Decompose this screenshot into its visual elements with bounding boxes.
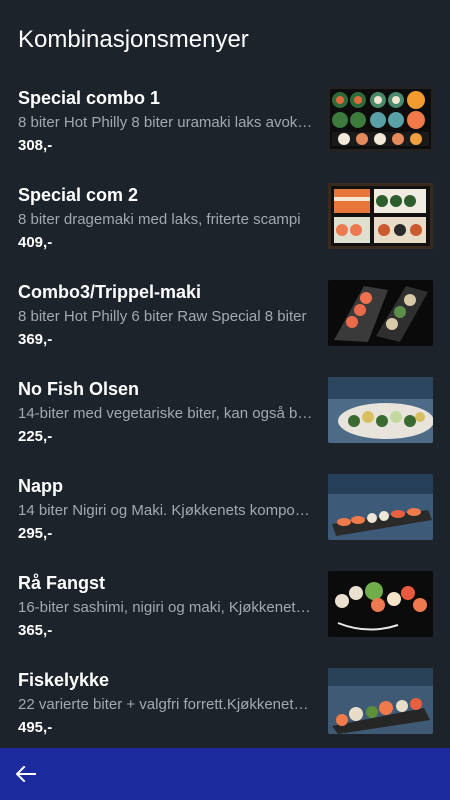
sushi-plate-photo	[328, 668, 433, 734]
arrow-left-icon	[16, 766, 36, 782]
page-title: Kombinasjonsmenyer	[18, 26, 249, 53]
item-description: 22 varierte biter + valgfri forrett.Kjøk…	[18, 696, 314, 713]
item-name: Rå Fangst	[18, 573, 106, 593]
item-image	[328, 377, 433, 443]
item-image	[328, 668, 433, 734]
menu-item[interactable]: Combo3/Trippel-maki 8 biter Hot Philly 6…	[0, 272, 450, 369]
sushi-box-photo	[328, 183, 433, 249]
item-description: 8 biter Hot Philly 6 biter Raw Special 8…	[18, 308, 307, 325]
item-name: No Fish Olsen	[18, 379, 140, 399]
item-description: 8 biter dragemaki med laks, friterte sca…	[18, 211, 301, 228]
menu-item[interactable]: No Fish Olsen 14-biter med vegetariske b…	[0, 369, 450, 466]
item-image	[328, 280, 433, 346]
item-description: 14-biter med vegetariske biter, kan også…	[18, 405, 314, 422]
sushi-plate-photo	[328, 377, 433, 443]
item-image	[328, 183, 433, 249]
item-image	[328, 474, 433, 540]
item-image	[328, 86, 433, 152]
header: Kombinasjonsmenyer	[0, 0, 450, 82]
back-button[interactable]	[10, 758, 42, 790]
item-name: Special combo 1	[18, 88, 161, 108]
menu-item[interactable]: Fiskelykke 22 varierte biter + valgfri f…	[0, 660, 450, 757]
sushi-plate-photo	[328, 571, 433, 637]
menu-item[interactable]: Napp 14 biter Nigiri og Maki. Kjøkkenets…	[0, 466, 450, 563]
sushi-plate-photo	[328, 474, 433, 540]
menu-item[interactable]: Special combo 1 8 biter Hot Philly 8 bit…	[0, 78, 450, 175]
item-name: Combo3/Trippel-maki	[18, 282, 202, 302]
menu-item[interactable]: Rå Fangst 16-biter sashimi, nigiri og ma…	[0, 563, 450, 660]
item-description: 14 biter Nigiri og Maki. Kjøkkenets komp…	[18, 502, 314, 519]
menu-item[interactable]: Special com 2 8 biter dragemaki med laks…	[0, 175, 450, 272]
item-name: Fiskelykke	[18, 670, 110, 690]
sushi-plate-photo	[328, 280, 433, 346]
item-name: Napp	[18, 476, 63, 496]
menu-list: Special combo 1 8 biter Hot Philly 8 bit…	[0, 78, 450, 757]
item-image	[328, 571, 433, 637]
sushi-box-photo	[328, 86, 433, 152]
item-description: 16-biter sashimi, nigiri og maki, Kjøkke…	[18, 599, 314, 616]
bottom-bar	[0, 748, 450, 800]
item-name: Special com 2	[18, 185, 139, 205]
item-description: 8 biter Hot Philly 8 biter uramaki laks …	[18, 114, 314, 131]
